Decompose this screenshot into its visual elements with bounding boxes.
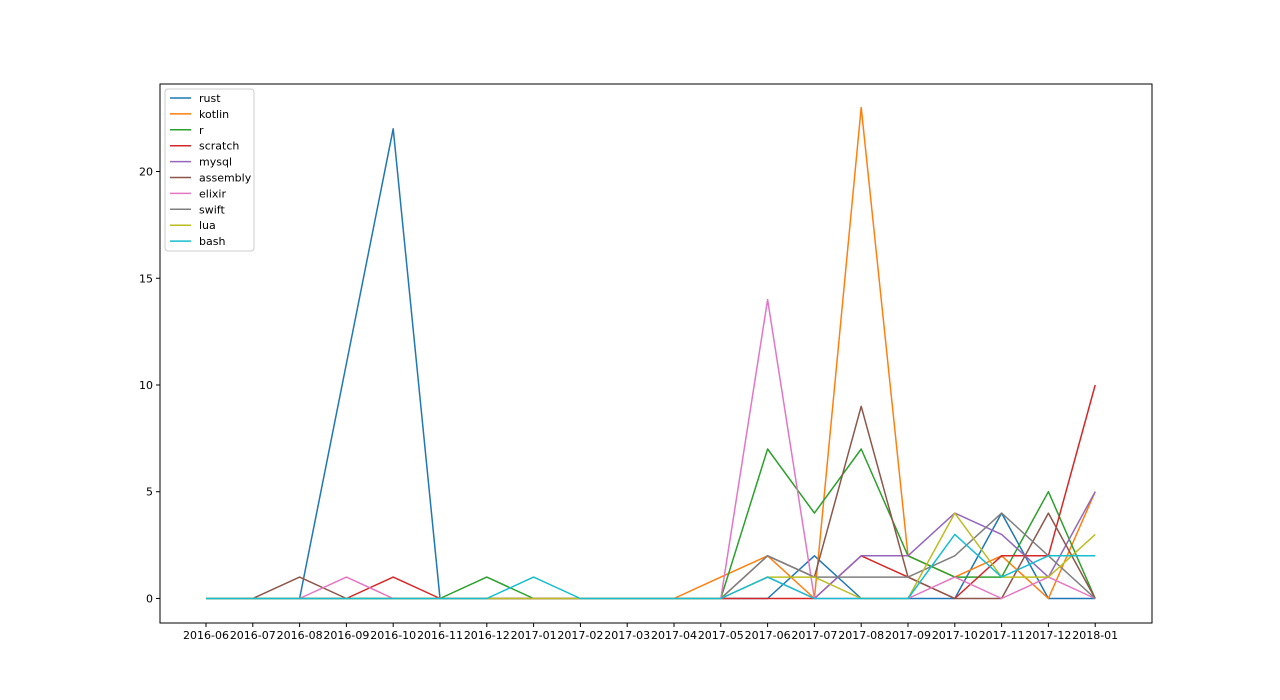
legend-label-assembly: assembly (199, 172, 252, 185)
x-tick-label: 2017-11 (979, 629, 1025, 642)
x-tick-label: 2017-10 (932, 629, 978, 642)
x-tick-label: 2017-06 (745, 629, 791, 642)
x-tick-label: 2016-11 (417, 629, 463, 642)
legend-label-bash: bash (199, 235, 225, 248)
y-tick-label: 5 (146, 486, 153, 499)
legend-label-lua: lua (199, 219, 216, 232)
line-chart: 2016-06 2016-07 2016-08 2016-09 2016-10 2016-… (139, 83, 1153, 642)
y-axis: 0 5 10 15 20 (139, 166, 160, 605)
x-tick-label: 2017-12 (1025, 629, 1071, 642)
y-tick-label: 20 (139, 166, 153, 179)
y-tick-label: 15 (139, 272, 153, 285)
x-tick-label: 2016-12 (464, 629, 510, 642)
x-axis: 2016-06 2016-07 2016-08 2016-09 2016-10 2016-… (183, 623, 1118, 642)
y-tick-label: 10 (139, 379, 153, 392)
legend-label-swift: swift (199, 203, 225, 216)
x-tick-label: 2017-03 (604, 629, 650, 642)
legend-label-scratch: scratch (199, 140, 239, 153)
x-tick-label: 2016-08 (277, 629, 323, 642)
x-tick-label: 2017-09 (885, 629, 931, 642)
x-tick-label: 2017-05 (698, 629, 744, 642)
x-tick-label: 2017-01 (511, 629, 557, 642)
legend: rust kotlin r scratch mysql assembly elixir swi… (164, 88, 255, 252)
x-tick-label: 2016-09 (323, 629, 369, 642)
y-tick-label: 0 (146, 592, 153, 605)
legend-label-elixir: elixir (199, 187, 226, 200)
x-tick-label: 2016-07 (230, 629, 276, 642)
x-tick-label: 2017-02 (557, 629, 603, 642)
legend-label-rust: rust (199, 92, 221, 105)
x-tick-label: 2016-06 (183, 629, 229, 642)
x-tick-label: 2017-04 (651, 629, 697, 642)
plot-area (159, 83, 1153, 624)
x-tick-label: 2017-07 (791, 629, 837, 642)
x-tick-label: 2018-01 (1072, 629, 1118, 642)
legend-label-mysql: mysql (199, 156, 232, 169)
x-tick-label: 2017-08 (838, 629, 884, 642)
legend-label-kotlin: kotlin (199, 108, 229, 121)
legend-label-r: r (199, 124, 204, 137)
x-tick-label: 2016-10 (370, 629, 416, 642)
